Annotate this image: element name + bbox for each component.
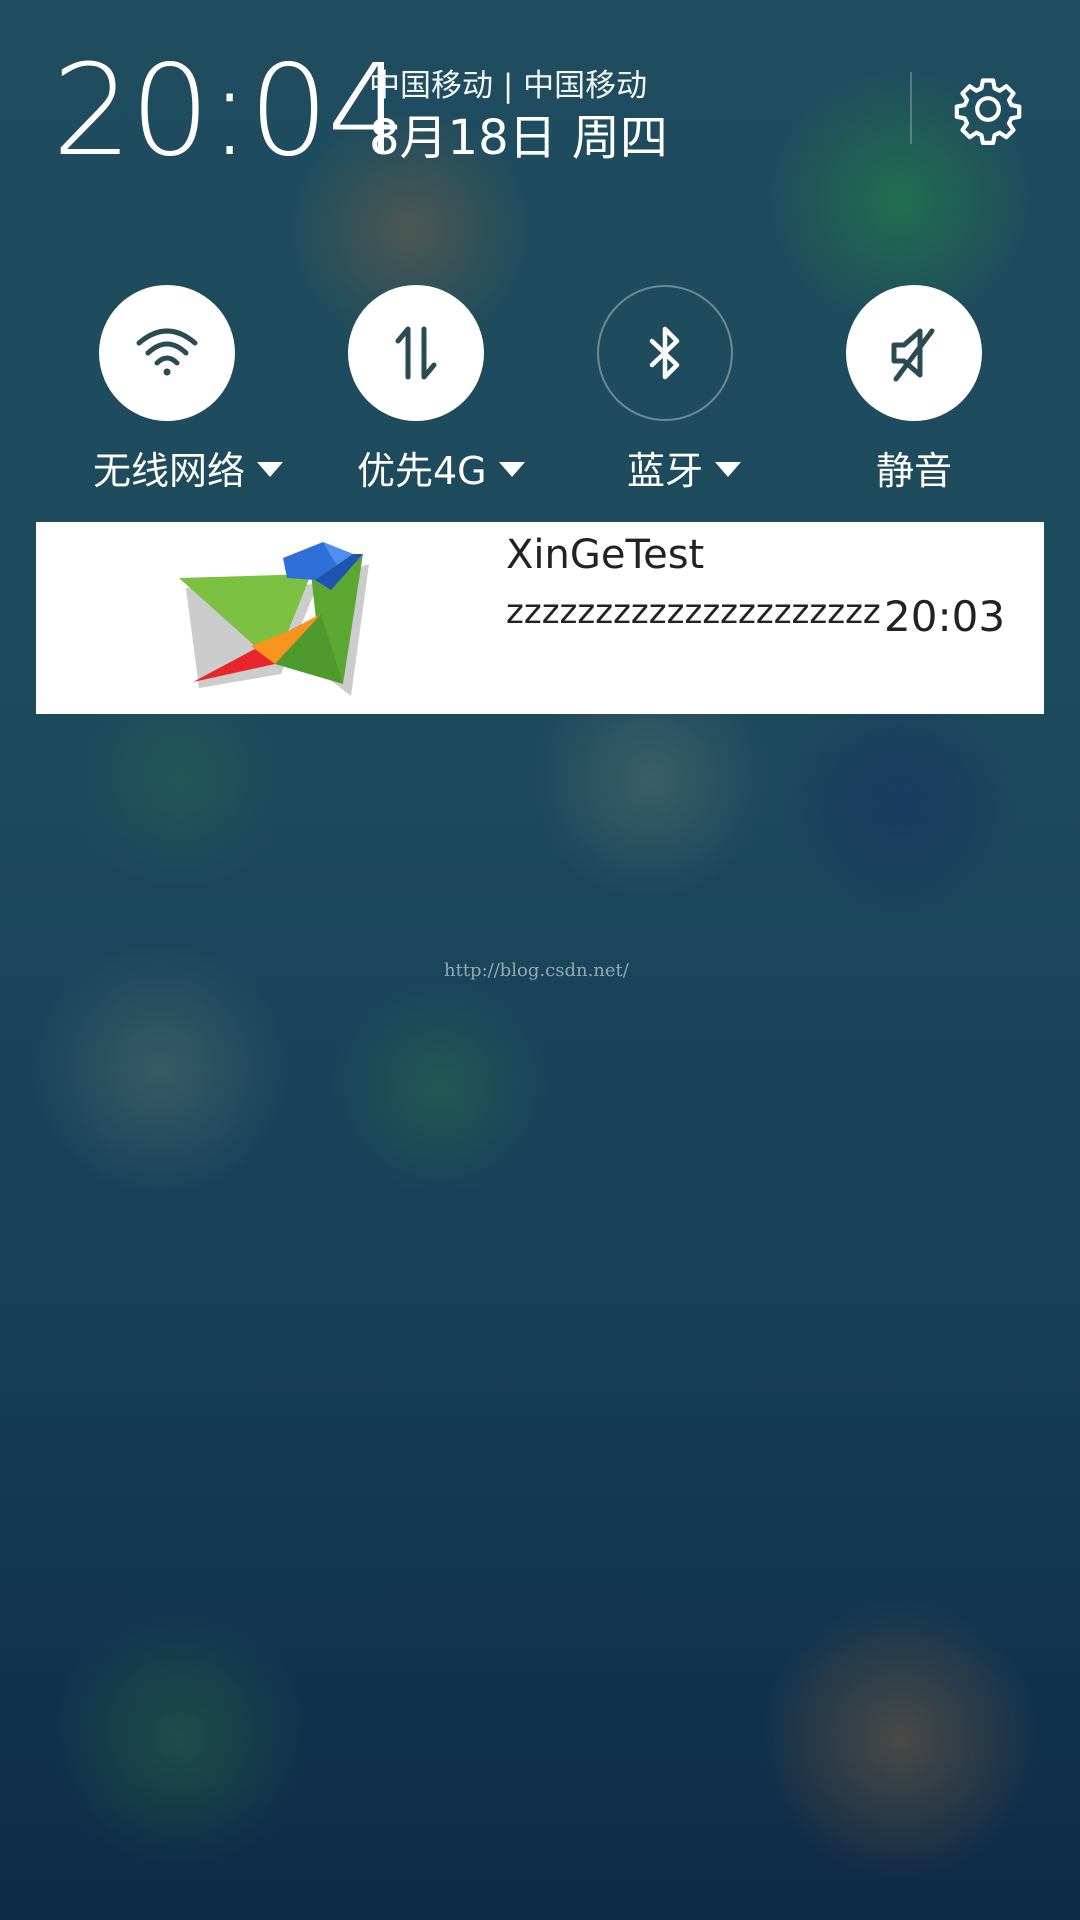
wifi-label-text: 无线网络 — [93, 449, 246, 493]
settings-button[interactable] — [952, 73, 1024, 145]
bluetooth-icon — [649, 326, 680, 380]
bluetooth-toggle-label[interactable]: 蓝牙 — [627, 440, 742, 495]
header-divider — [910, 72, 912, 144]
wifi-toggle-label[interactable]: 无线网络 — [93, 440, 284, 495]
mobile-data-toggle-label[interactable]: 优先4G — [357, 440, 525, 495]
bluetooth-toggle[interactable] — [597, 285, 733, 421]
notification-body: zzzzzzzzzzzzzzzzzzzzz — [506, 592, 881, 632]
notification-card[interactable]: XinGeTest zzzzzzzzzzzzzzzzzzzzz 20:03 — [36, 522, 1044, 714]
chevron-down-icon — [498, 462, 525, 477]
data-transfer-icon — [395, 326, 437, 380]
notification-time: 20:03 — [884, 592, 1006, 641]
app-logo-icon — [179, 542, 369, 696]
watermark-text: http://blog.csdn.net/ — [444, 960, 629, 981]
notification-title: XinGeTest — [506, 532, 705, 578]
wifi-icon — [136, 328, 198, 376]
gear-icon — [954, 78, 1022, 145]
mobile-data-toggle[interactable] — [348, 285, 484, 421]
mobile-data-label-text: 优先4G — [357, 449, 487, 493]
mute-label-text: 静音 — [876, 449, 953, 493]
mute-icon — [891, 328, 935, 382]
wifi-toggle[interactable] — [99, 285, 235, 421]
date-label: 8月18日 周四 — [369, 110, 668, 166]
mute-toggle-label: 静音 — [876, 440, 952, 495]
chevron-down-icon — [715, 462, 742, 477]
chevron-down-icon — [257, 462, 284, 477]
mute-toggle[interactable] — [846, 285, 982, 421]
bluetooth-label-text: 蓝牙 — [627, 449, 704, 493]
clock-time: 20:04 — [52, 37, 407, 184]
